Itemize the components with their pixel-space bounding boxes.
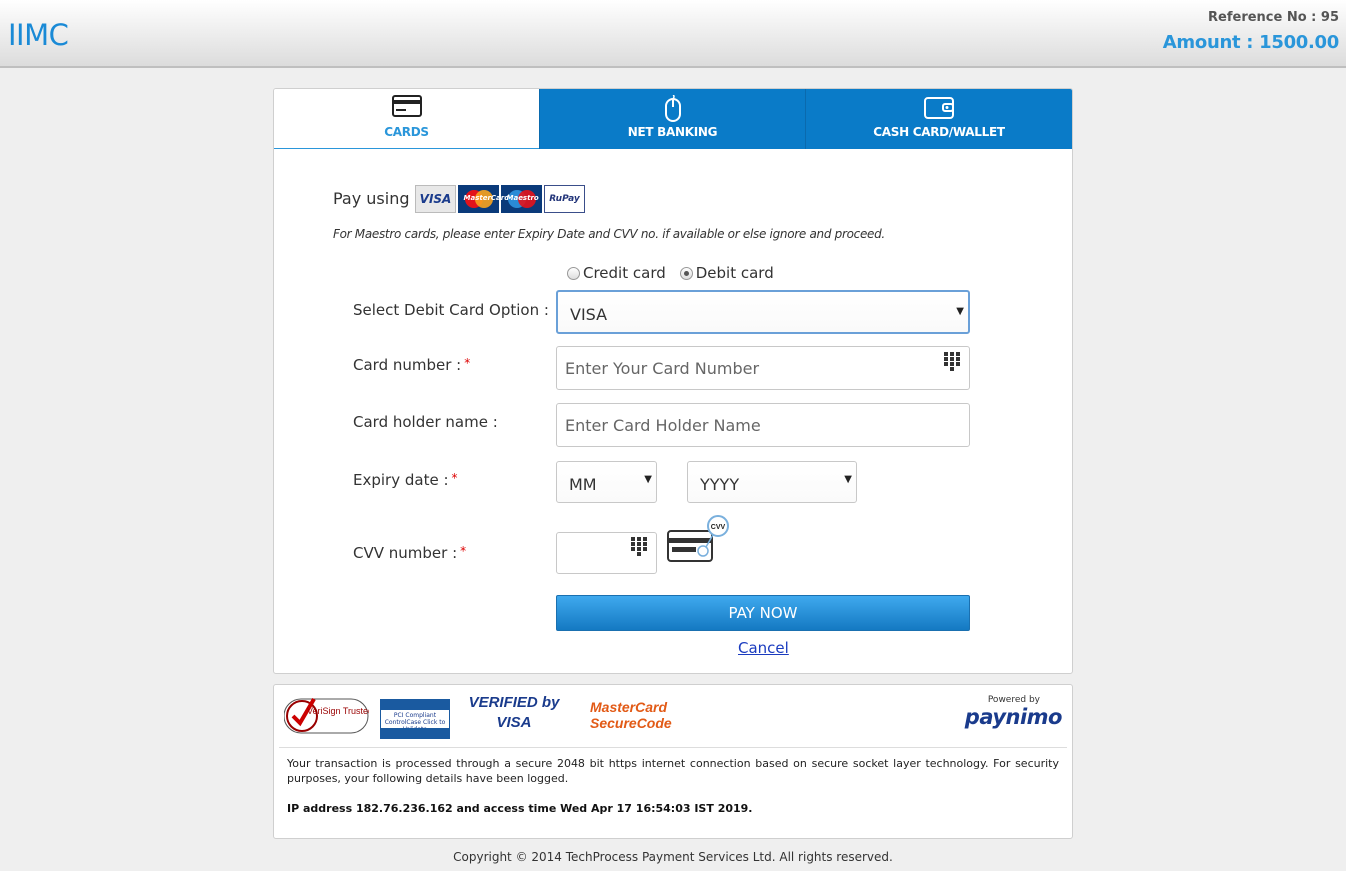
powered-by-paynimo: Powered by paynimo xyxy=(962,695,1063,729)
security-badges: VeriSign Trusted PCI Compliant ControlCa… xyxy=(274,685,1072,747)
wallet-icon xyxy=(923,95,955,124)
maestro-logo: Maestro xyxy=(501,185,542,213)
expiry-month-value: MM xyxy=(569,475,597,494)
debit-option-label: Select Debit Card Option : xyxy=(353,301,549,319)
payment-amount: Amount : 1500.00 xyxy=(1162,32,1340,53)
keypad-icon[interactable] xyxy=(631,537,648,556)
cvv-label: CVV number : * xyxy=(353,544,467,562)
tab-net-banking[interactable]: NET BANKING xyxy=(539,89,805,149)
payment-panel: CARDS NET BANKING CASH CARD/WALLET Pay u… xyxy=(273,88,1073,674)
cvv-input[interactable] xyxy=(556,532,657,574)
credit-card-radio-label[interactable]: Credit card xyxy=(583,264,666,282)
debit-option-value: VISA xyxy=(570,305,608,324)
expiry-date-label: Expiry date : * xyxy=(353,471,458,489)
cancel-link[interactable]: Cancel xyxy=(738,639,789,657)
security-notice: Your transaction is processed through a … xyxy=(287,757,1059,785)
divider xyxy=(279,747,1067,748)
card-logos: VISA MasterCard Maestro RuPay xyxy=(415,185,585,213)
chevron-down-icon: ▼ xyxy=(956,306,964,317)
pci-compliant-badge[interactable]: PCI Compliant ControlCase Click to Valid… xyxy=(380,699,450,739)
card-holder-placeholder: Enter Card Holder Name xyxy=(565,416,761,435)
copyright: Copyright © 2014 TechProcess Payment Ser… xyxy=(453,850,893,864)
verified-by-visa-badge: VERIFIED by VISA xyxy=(468,694,560,731)
debit-option-select[interactable]: VISA ▼ xyxy=(556,290,970,334)
card-holder-input[interactable]: Enter Card Holder Name xyxy=(556,403,970,447)
security-panel: VeriSign Trusted PCI Compliant ControlCa… xyxy=(273,684,1073,839)
reference-number: Reference No : 95 xyxy=(1208,10,1339,25)
tab-cash-card-wallet-label: CASH CARD/WALLET xyxy=(873,125,1005,139)
debit-card-radio[interactable] xyxy=(679,266,693,280)
card-number-label: Card number : * xyxy=(353,356,471,374)
card-type-selector: Credit card Debit card xyxy=(567,264,788,282)
debit-card-radio-label[interactable]: Debit card xyxy=(696,264,774,282)
expiry-year-value: YYYY xyxy=(700,475,740,494)
credit-card-icon xyxy=(391,95,422,120)
powered-by-label: Powered by xyxy=(987,695,1040,705)
expiry-month-select[interactable]: MM ▼ xyxy=(556,461,657,503)
credit-card-radio[interactable] xyxy=(567,266,580,280)
tab-net-banking-label: NET BANKING xyxy=(627,125,718,139)
keypad-icon[interactable] xyxy=(944,352,961,371)
chevron-down-icon: ▼ xyxy=(844,474,852,485)
payment-method-tabs: CARDS NET BANKING CASH CARD/WALLET xyxy=(274,89,1072,149)
tab-cash-card-wallet[interactable]: CASH CARD/WALLET xyxy=(805,89,1072,149)
cvv-badge: CVV xyxy=(711,524,726,531)
mastercard-logo: MasterCard xyxy=(458,185,509,213)
cvv-help-icon: CVV xyxy=(666,513,732,565)
tab-cards-label: CARDS xyxy=(384,125,429,139)
mouse-icon xyxy=(664,94,682,126)
visa-logo: VISA xyxy=(415,185,456,213)
pay-using-label: Pay using xyxy=(333,189,410,208)
chevron-down-icon: ▼ xyxy=(644,474,652,485)
paynimo-logo: paynimo xyxy=(964,705,1063,729)
pay-now-button[interactable]: PAY NOW xyxy=(556,595,970,631)
expiry-year-select[interactable]: YYYY ▼ xyxy=(687,461,857,503)
merchant-logo: IIMC xyxy=(8,18,69,52)
card-number-input[interactable]: Enter Your Card Number xyxy=(556,346,970,390)
mastercard-securecode-badge: MasterCard SecureCode xyxy=(590,699,672,731)
svg-text:VeriSign Trusted: VeriSign Trusted xyxy=(307,706,369,716)
tab-cards[interactable]: CARDS xyxy=(274,89,539,149)
verisign-badge: VeriSign Trusted xyxy=(283,693,373,739)
rupay-logo: RuPay xyxy=(544,185,585,213)
card-number-placeholder: Enter Your Card Number xyxy=(565,359,760,378)
maestro-note: For Maestro cards, please enter Expiry D… xyxy=(333,227,885,241)
ip-address-log: IP address 182.76.236.162 and access tim… xyxy=(287,802,753,815)
card-holder-label: Card holder name : xyxy=(353,413,498,431)
top-bar: IIMC Reference No : 95 Amount : 1500.00 xyxy=(0,0,1346,68)
